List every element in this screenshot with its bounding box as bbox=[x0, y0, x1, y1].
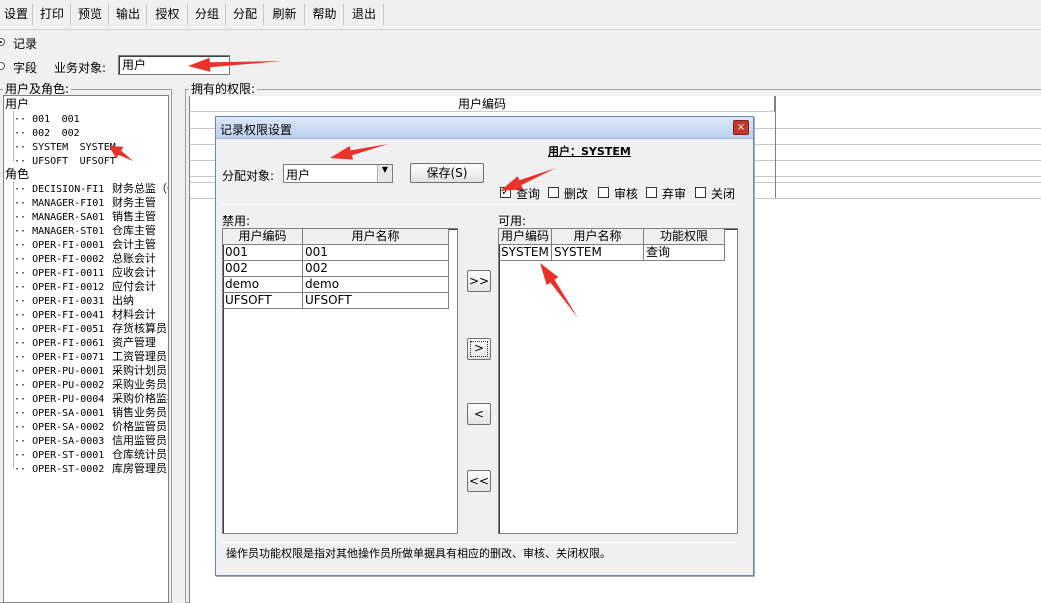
record-radio-label: 记录 bbox=[13, 37, 38, 51]
unapprove-checkbox-label: 弃审 bbox=[662, 187, 687, 201]
save-button[interactable]: 保存(S) bbox=[410, 163, 484, 183]
available-header-name[interactable]: 用户名称 bbox=[552, 229, 644, 245]
table-cell[interactable]: 001 bbox=[303, 245, 449, 261]
table-cell[interactable]: 002 bbox=[223, 261, 303, 277]
tree-node-user[interactable]: ·· UFSOFT UFSOFT bbox=[14, 153, 116, 169]
available-header-code[interactable]: 用户编码 bbox=[499, 229, 552, 245]
menu-item-group[interactable]: 分组 bbox=[189, 4, 226, 25]
table-cell[interactable]: 查询 bbox=[644, 245, 725, 261]
close-checkbox[interactable] bbox=[695, 187, 706, 198]
menu-item-settings[interactable]: 设置 bbox=[0, 4, 33, 25]
forbidden-list[interactable]: 用户编码 用户名称 001 001 002 002 demo demo UFSO… bbox=[222, 228, 458, 534]
permissions-column-header: 用户编码 bbox=[190, 96, 775, 112]
users-roles-group-label: 用户及角色: bbox=[3, 82, 72, 96]
menu-bar: 设置 打印 预览 输出 授权 分组 分配 刷新 帮助 退出 bbox=[0, 0, 1041, 30]
move-all-left-button[interactable]: << bbox=[467, 470, 491, 492]
menu-item-authorize[interactable]: 授权 bbox=[148, 4, 188, 25]
table-cell[interactable]: demo bbox=[303, 277, 449, 293]
permissions-group-label: 拥有的权限: bbox=[189, 82, 258, 96]
business-object-label: 业务对象: bbox=[54, 61, 107, 75]
table-cell[interactable]: UFSOFT bbox=[223, 293, 303, 309]
dialog-title: 记录权限设置 bbox=[220, 123, 293, 137]
menu-item-export[interactable]: 输出 bbox=[110, 4, 147, 25]
close-checkbox-label: 关闭 bbox=[711, 187, 736, 201]
available-header-function[interactable]: 功能权限 bbox=[644, 229, 725, 245]
assign-object-label: 分配对象: bbox=[222, 169, 275, 183]
tree-node-role[interactable]: ·· OPER-ST-0002 库房管理员 bbox=[14, 461, 167, 477]
menu-item-help[interactable]: 帮助 bbox=[306, 4, 344, 25]
edit-delete-checkbox-label: 删改 bbox=[564, 187, 589, 201]
business-object-field[interactable]: 用户 bbox=[118, 55, 230, 75]
chevron-down-icon: ▼ bbox=[377, 165, 392, 182]
business-object-value: 用户 bbox=[122, 58, 147, 72]
query-checkbox[interactable]: ✓ bbox=[500, 187, 511, 198]
edit-delete-checkbox[interactable] bbox=[548, 187, 559, 198]
unapprove-checkbox[interactable] bbox=[646, 187, 657, 198]
menu-item-assign[interactable]: 分配 bbox=[227, 4, 264, 25]
user-role-tree[interactable]: 用户 ·· 001 001 ·· 002 002 ·· SYSTEM SYSTE… bbox=[3, 95, 169, 603]
query-checkbox-label: 查询 bbox=[516, 187, 541, 201]
footer-note: 操作员功能权限是指对其他操作员所做单据具有相应的删改、审核、关闭权限。 bbox=[226, 547, 611, 560]
forbidden-label: 禁用: bbox=[222, 214, 251, 228]
approve-checkbox[interactable] bbox=[598, 187, 609, 198]
table-cell[interactable]: UFSOFT bbox=[303, 293, 449, 309]
forbidden-header-code[interactable]: 用户编码 bbox=[223, 229, 303, 245]
menu-item-exit[interactable]: 退出 bbox=[345, 4, 384, 25]
field-radio[interactable] bbox=[0, 62, 5, 70]
forbidden-header-name[interactable]: 用户名称 bbox=[303, 229, 449, 245]
available-label: 可用: bbox=[498, 214, 527, 228]
close-icon[interactable]: × bbox=[733, 120, 749, 135]
move-left-button[interactable]: < bbox=[467, 403, 491, 425]
divider bbox=[222, 542, 737, 543]
current-user-label: 用户：SYSTEM bbox=[548, 145, 631, 158]
table-cell[interactable]: SYSTEM bbox=[552, 245, 644, 261]
move-all-right-button[interactable]: >> bbox=[467, 270, 491, 292]
move-right-button[interactable]: > bbox=[467, 338, 491, 360]
menu-item-print[interactable]: 打印 bbox=[34, 4, 71, 25]
table-cell[interactable]: 002 bbox=[303, 261, 449, 277]
menu-item-preview[interactable]: 预览 bbox=[72, 4, 109, 25]
table-cell[interactable]: 001 bbox=[223, 245, 303, 261]
record-radio[interactable] bbox=[0, 38, 5, 46]
available-list[interactable]: 用户编码 用户名称 功能权限 SYSTEM SYSTEM 查询 bbox=[498, 228, 738, 534]
divider bbox=[222, 204, 737, 205]
field-radio-label: 字段 bbox=[13, 61, 38, 75]
assign-object-value: 用户 bbox=[286, 168, 311, 182]
record-permission-dialog: 记录权限设置 × 分配对象: 用户 ▼ 保存(S) 用户：SYSTEM ✓ 查询… bbox=[215, 116, 754, 576]
assign-object-select[interactable]: 用户 ▼ bbox=[283, 164, 393, 183]
table-cell[interactable]: demo bbox=[223, 277, 303, 293]
tree-node-users[interactable]: 用户 bbox=[5, 97, 29, 111]
tree-node-roles[interactable]: 角色 bbox=[5, 167, 29, 181]
approve-checkbox-label: 审核 bbox=[614, 187, 639, 201]
menu-item-refresh[interactable]: 刷新 bbox=[265, 4, 305, 25]
dialog-title-bar: 记录权限设置 × bbox=[216, 117, 753, 139]
table-cell[interactable]: SYSTEM bbox=[499, 245, 552, 261]
